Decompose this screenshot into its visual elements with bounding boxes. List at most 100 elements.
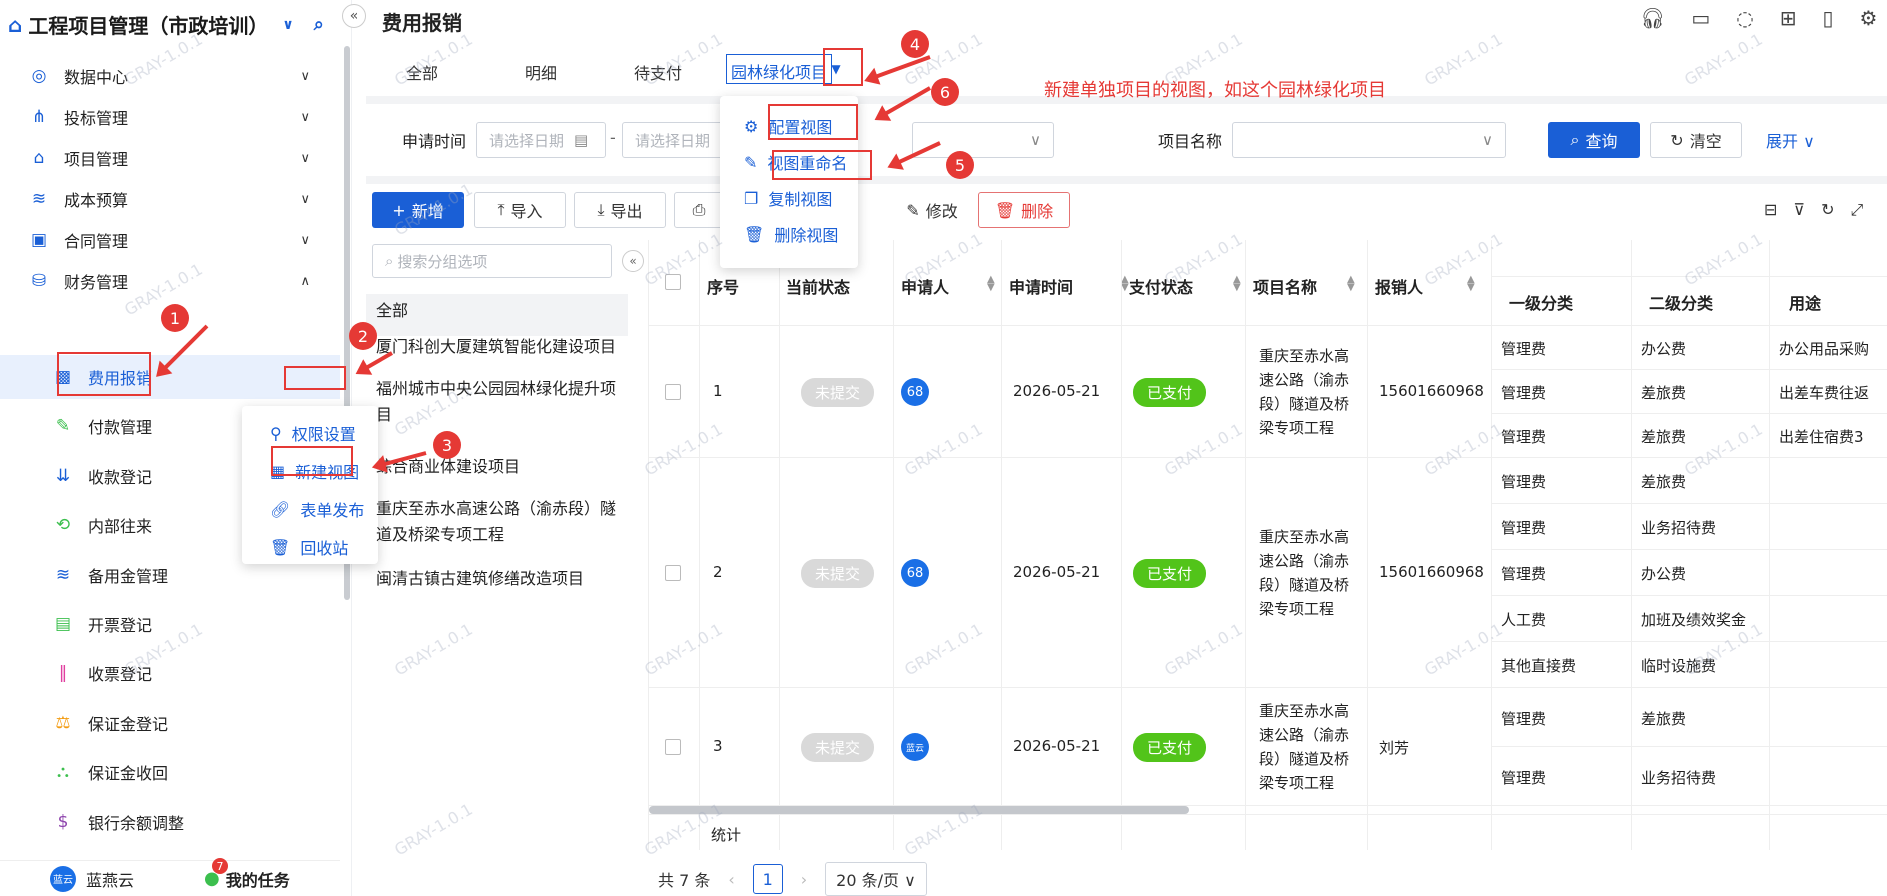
detail-row[interactable]	[1491, 550, 1887, 596]
mobile-icon[interactable]: ▯	[1823, 6, 1834, 30]
prev-page-button[interactable]: ‹	[728, 870, 734, 889]
detail-cell: 临时设施费	[1641, 657, 1717, 675]
clear-button[interactable]: ↻ 清空	[1650, 122, 1742, 158]
sort-icon[interactable]: ▲ ▼	[1121, 275, 1129, 293]
sidebar-item-2[interactable]: ⌂ 项目管理 ∨	[0, 138, 340, 178]
home-icon: ⌂	[8, 12, 23, 37]
sidebar-sub-item-7[interactable]: ⚖ 保证金登记	[0, 701, 340, 745]
sort-icon[interactable]: ▲ ▼	[1347, 275, 1355, 293]
sidebar-sub-item-6[interactable]: ‖ 收票登记	[0, 651, 340, 695]
user-avatar[interactable]: 蓝云	[50, 865, 76, 892]
add-button[interactable]: + 新增	[372, 192, 464, 228]
fullscreen-icon[interactable]: ⤢	[1851, 200, 1864, 220]
permission-icon: ⚲	[270, 423, 282, 443]
task-icon[interactable]: ● 7	[204, 858, 229, 889]
column-header[interactable]: 申请时间	[1009, 274, 1073, 298]
search-icon[interactable]: ⌕	[314, 14, 324, 35]
group-search-input[interactable]: ⌕ 搜索分组选项	[372, 244, 612, 278]
applicant-avatar[interactable]: 68	[901, 378, 929, 406]
sidebar-item-3[interactable]: ≋ 成本预算 ∨	[0, 179, 340, 219]
detail-cell: 差旅费	[1641, 473, 1687, 491]
row-checkbox[interactable]	[665, 739, 681, 755]
group-item[interactable]: 全部	[366, 294, 628, 336]
tab-pending-payment[interactable]: 待支付	[634, 60, 682, 84]
sidebar-item-4[interactable]: ▣ 合同管理 ∨	[0, 220, 340, 260]
sort-icon[interactable]: ▲ ▼	[987, 275, 995, 293]
menu-delete-view[interactable]: 🗑︎ 删除视图	[720, 216, 858, 252]
tab-detail[interactable]: 明细	[525, 60, 557, 84]
applicant-avatar[interactable]: 68	[901, 559, 929, 587]
settings-icon[interactable]: ⚙︎	[1860, 6, 1878, 30]
group-item[interactable]: 闽清古镇古建筑修缮改造项目	[372, 566, 622, 592]
date-start-input[interactable]: 请选择日期 ▤	[476, 122, 606, 158]
project-select[interactable]: ∨	[1232, 122, 1506, 158]
status-select[interactable]: ∨	[912, 122, 1054, 158]
detail-row[interactable]	[1491, 688, 1887, 747]
group-panel: ⌕ 搜索分组选项 « 全部 厦门科创大厦建筑智能化建设项目福州城市中央公园园林绿化提…	[366, 240, 644, 840]
my-tasks-link[interactable]: 我的任务	[226, 867, 290, 891]
reload-icon[interactable]: ↻	[1821, 200, 1834, 220]
menu-item-icon: ⚖	[55, 712, 71, 733]
column-header[interactable]: 项目名称	[1253, 274, 1317, 298]
reimburser: 刘芳	[1379, 739, 1410, 757]
sort-icon[interactable]: ▲ ▼	[1467, 275, 1475, 293]
group-item[interactable]: 厦门科创大厦建筑智能化建设项目	[372, 334, 622, 360]
download-icon: ⤓	[597, 200, 605, 219]
next-page-button[interactable]: ›	[801, 870, 807, 889]
edit-button[interactable]: ✎ 修改	[892, 192, 972, 228]
status-badge: 未提交	[801, 378, 875, 407]
sidebar-item-5[interactable]: ⛁ 财务管理 ∧	[0, 261, 340, 301]
column-header[interactable]: 当前状态	[786, 274, 850, 298]
row-number: 3	[713, 737, 723, 755]
import-button[interactable]: ⤒ 导入	[474, 192, 566, 228]
column-header[interactable]: 二级分类	[1649, 290, 1713, 314]
page-1-button[interactable]: 1	[752, 864, 783, 894]
apps-icon[interactable]: ⊞	[1780, 6, 1797, 30]
delete-button[interactable]: 🗑︎ 删除	[978, 192, 1070, 228]
sidebar-sub-item-8[interactable]: ⛬ 保证金收回	[0, 750, 340, 794]
detail-cell: 管理费	[1501, 428, 1547, 446]
menu-copy-view[interactable]: ❐ 复制视图	[720, 180, 858, 216]
sidebar-item-0[interactable]: ◎ 数据中心 ∨	[0, 56, 340, 96]
video-icon[interactable]: ▭	[1691, 6, 1710, 30]
user-name[interactable]: 蓝燕云	[86, 867, 134, 891]
headset-icon[interactable]: 🎧︎	[1640, 6, 1665, 30]
column-header[interactable]: 支付状态	[1129, 274, 1193, 298]
group-item[interactable]: 福州城市中央公园园林绿化提升项目	[372, 376, 622, 428]
sort-icon[interactable]: ▲ ▼	[1233, 275, 1241, 293]
export-button[interactable]: ⤓ 导出	[574, 192, 666, 228]
group-item[interactable]: 重庆至赤水高速公路（渝赤段）隧道及桥梁专项工程	[372, 496, 622, 548]
column-header[interactable]: 一级分类	[1509, 290, 1573, 314]
page-size-select[interactable]: 20 条/页 ∨	[825, 862, 927, 896]
column-header[interactable]: 用途	[1789, 290, 1821, 314]
annotation-text: 新建单独项目的视图，如这个园林绿化项目	[1044, 80, 1386, 101]
column-header[interactable]: 申请人	[901, 274, 949, 298]
print-button[interactable]: ⎙	[674, 192, 724, 228]
select-all-checkbox[interactable]	[665, 274, 681, 290]
chevron-down-icon[interactable]: ∨	[282, 17, 293, 33]
row-checkbox[interactable]	[665, 565, 681, 581]
horizontal-scrollbar[interactable]	[649, 806, 1189, 814]
applicant-avatar[interactable]: 蓝云	[901, 733, 929, 761]
archive-icon[interactable]: ⊟	[1764, 200, 1777, 220]
collapse-group-button[interactable]: «	[622, 250, 644, 272]
menu-item-icon: ⇊	[55, 465, 71, 486]
column-header[interactable]: 报销人	[1375, 274, 1423, 298]
app-title[interactable]: ⌂ 工程项目管理（市政培训） ∨ ⌕	[8, 10, 324, 39]
expand-button[interactable]: 展开 ∨	[1766, 128, 1815, 152]
edit-icon: ✎	[744, 152, 758, 172]
sidebar-item-1[interactable]: ⋔ 投标管理 ∨	[0, 97, 340, 137]
tab-landscaping-project[interactable]: 园林绿化项目	[726, 54, 833, 84]
detail-cell: 管理费	[1501, 768, 1547, 787]
row-checkbox[interactable]	[665, 384, 681, 400]
sidebar-sub-item-9[interactable]: $ 银行余额调整	[0, 800, 340, 844]
filter-icon[interactable]: ⊽	[1793, 200, 1805, 220]
detail-row[interactable]	[1491, 458, 1887, 504]
search-icon: ⌕	[385, 252, 394, 270]
filter-bar: 申请时间 请选择日期 ▤ - 请选择日期 ∨ 项目名称 ∨ ⌕ 查询 ↻ 清空 展开 …	[352, 104, 1887, 176]
search-button[interactable]: ⌕ 查询	[1548, 122, 1640, 158]
tab-all[interactable]: 全部	[406, 60, 438, 84]
column-header[interactable]: 序号	[707, 274, 739, 298]
chat-icon[interactable]: ◌	[1736, 6, 1753, 30]
sidebar-sub-item-5[interactable]: ▤ 开票登记	[0, 602, 340, 646]
